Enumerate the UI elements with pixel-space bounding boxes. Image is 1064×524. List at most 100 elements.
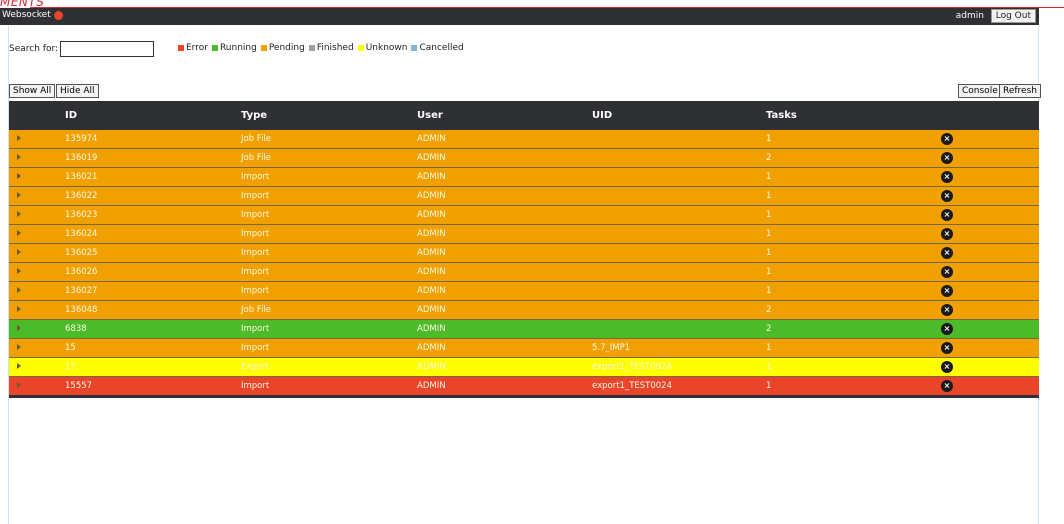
expand-cell bbox=[9, 357, 65, 377]
cell-id: 17 bbox=[65, 357, 241, 377]
cell-uid bbox=[592, 186, 766, 206]
cell-tasks: 2 bbox=[766, 300, 942, 320]
cell-type: Import bbox=[241, 186, 417, 206]
table-row[interactable]: 136027 Import ADMIN 1 × bbox=[9, 281, 1039, 301]
logout-button[interactable]: Log Out bbox=[990, 9, 1036, 23]
legend-item-running: Running bbox=[211, 43, 257, 53]
cancel-job-icon[interactable]: × bbox=[942, 210, 952, 220]
cell-id: 136019 bbox=[65, 148, 241, 168]
cell-type: Import bbox=[241, 281, 417, 301]
cancel-job-icon[interactable]: × bbox=[942, 172, 952, 182]
expand-arrow-icon[interactable] bbox=[17, 363, 21, 369]
table-row[interactable]: 136021 Import ADMIN 1 × bbox=[9, 167, 1039, 187]
expand-arrow-icon[interactable] bbox=[17, 344, 21, 350]
refresh-button[interactable]: Refresh bbox=[999, 84, 1041, 98]
expand-arrow-icon[interactable] bbox=[17, 249, 21, 255]
legend-label: Finished bbox=[316, 43, 354, 53]
table-row[interactable]: 135974 Job File ADMIN 1 × bbox=[9, 130, 1039, 149]
current-user: admin bbox=[955, 11, 984, 21]
table-row[interactable]: 136024 Import ADMIN 1 × bbox=[9, 224, 1039, 244]
search-input[interactable] bbox=[60, 41, 154, 57]
table-row[interactable]: 6838 Import ADMIN 2 × bbox=[9, 319, 1039, 339]
expand-cell bbox=[9, 148, 65, 168]
expand-arrow-icon[interactable] bbox=[17, 382, 21, 388]
top-bar: Websocket admin Log Out bbox=[0, 8, 1039, 25]
cell-id: 136023 bbox=[65, 205, 241, 225]
cancel-job-icon[interactable]: × bbox=[942, 134, 952, 144]
cancel-job-icon[interactable]: × bbox=[942, 324, 952, 334]
table-row[interactable]: 17 Export ADMIN export1_TEST0024 1 × bbox=[9, 357, 1039, 377]
cell-uid bbox=[592, 243, 766, 263]
console-button[interactable]: Console bbox=[958, 84, 1002, 98]
cell-user: ADMIN bbox=[417, 130, 592, 149]
column-header-tasks[interactable]: Tasks bbox=[766, 101, 942, 130]
expand-cell bbox=[9, 376, 65, 398]
cancel-cell: × bbox=[942, 300, 1039, 320]
cancel-job-icon[interactable]: × bbox=[942, 248, 952, 258]
column-header-uid[interactable]: UID bbox=[592, 101, 766, 130]
legend-swatch bbox=[211, 45, 218, 51]
cell-id: 15 bbox=[65, 338, 241, 358]
cell-id: 136027 bbox=[65, 281, 241, 301]
expand-arrow-icon[interactable] bbox=[17, 306, 21, 312]
cell-uid: 5.7_IMP1 bbox=[592, 338, 766, 358]
table-row[interactable]: 136048 Job File ADMIN 2 × bbox=[9, 300, 1039, 320]
cancel-job-icon[interactable]: × bbox=[942, 153, 952, 163]
expand-arrow-icon[interactable] bbox=[17, 154, 21, 160]
cell-user: ADMIN bbox=[417, 262, 592, 282]
cell-id: 136024 bbox=[65, 224, 241, 244]
jobs-table: ID Type User UID Tasks 135974 Job File ADM… bbox=[9, 101, 1039, 398]
expand-arrow-icon[interactable] bbox=[17, 287, 21, 293]
cell-type: Import bbox=[241, 167, 417, 187]
cell-type: Import bbox=[241, 319, 417, 339]
cell-id: 135974 bbox=[65, 130, 241, 149]
legend-swatch bbox=[178, 45, 184, 51]
hide-all-button[interactable]: Hide All bbox=[56, 84, 99, 98]
legend-swatch bbox=[357, 45, 364, 51]
cancel-job-icon[interactable]: × bbox=[942, 229, 952, 239]
cancel-job-icon[interactable]: × bbox=[942, 362, 952, 372]
column-header-id[interactable]: ID bbox=[65, 101, 241, 130]
expand-arrow-icon[interactable] bbox=[17, 192, 21, 198]
expand-arrow-icon[interactable] bbox=[17, 211, 21, 217]
expand-cell bbox=[9, 130, 65, 149]
table-row[interactable]: 136022 Import ADMIN 1 × bbox=[9, 186, 1039, 206]
table-row[interactable]: 136026 Import ADMIN 1 × bbox=[9, 262, 1039, 282]
cancel-column-header bbox=[942, 101, 1039, 130]
websocket-status-icon bbox=[54, 11, 63, 20]
expand-cell bbox=[9, 167, 65, 187]
legend-item-pending: Pending bbox=[260, 43, 305, 53]
cancel-job-icon[interactable]: × bbox=[942, 381, 952, 391]
expand-arrow-icon[interactable] bbox=[17, 325, 21, 331]
cancel-job-icon[interactable]: × bbox=[942, 286, 952, 296]
expand-cell bbox=[9, 262, 65, 282]
cancel-job-icon[interactable]: × bbox=[942, 343, 952, 353]
cancel-cell: × bbox=[942, 167, 1039, 187]
legend-swatch bbox=[411, 45, 418, 51]
expand-arrow-icon[interactable] bbox=[17, 268, 21, 274]
table-row[interactable]: 136025 Import ADMIN 1 × bbox=[9, 243, 1039, 263]
cancel-job-icon[interactable]: × bbox=[942, 305, 952, 315]
table-header-row: ID Type User UID Tasks bbox=[9, 101, 1039, 130]
show-all-button[interactable]: Show All bbox=[9, 84, 56, 98]
cancel-job-icon[interactable]: × bbox=[942, 191, 952, 201]
cell-type: Import bbox=[241, 338, 417, 358]
expand-arrow-icon[interactable] bbox=[17, 173, 21, 179]
table-row[interactable]: 15557 Import ADMIN export1_TEST0024 1 × bbox=[9, 376, 1039, 398]
cancel-cell: × bbox=[942, 224, 1039, 244]
expand-arrow-icon[interactable] bbox=[17, 135, 21, 141]
cell-id: 136025 bbox=[65, 243, 241, 263]
expand-cell bbox=[9, 224, 65, 244]
cell-uid bbox=[592, 148, 766, 168]
expand-arrow-icon[interactable] bbox=[17, 230, 21, 236]
cell-tasks: 1 bbox=[766, 205, 942, 225]
table-row[interactable]: 136023 Import ADMIN 1 × bbox=[9, 205, 1039, 225]
cancel-job-icon[interactable]: × bbox=[942, 267, 952, 277]
legend-label: Running bbox=[219, 43, 257, 53]
column-header-user[interactable]: User bbox=[417, 101, 592, 130]
column-header-type[interactable]: Type bbox=[241, 101, 417, 130]
table-row[interactable]: 136019 Job File ADMIN 2 × bbox=[9, 148, 1039, 168]
table-row[interactable]: 15 Import ADMIN 5.7_IMP1 1 × bbox=[9, 338, 1039, 358]
cell-id: 15557 bbox=[65, 376, 241, 398]
expand-cell bbox=[9, 243, 65, 263]
